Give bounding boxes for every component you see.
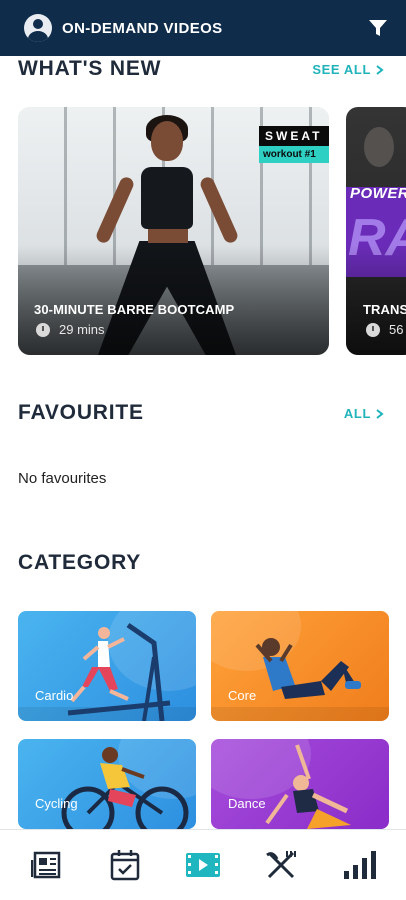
badge-brand: SWEAT [259, 126, 329, 146]
nav-calendar-icon[interactable] [103, 843, 147, 887]
see-all-label: SEE ALL [312, 62, 371, 77]
duration-text: 29 mins [59, 322, 105, 337]
video-title: 30-MINUTE BARRE BOOTCAMP [34, 302, 235, 317]
avatar-head [33, 19, 43, 29]
nav-stats-icon[interactable] [337, 843, 381, 887]
trainer-head [151, 121, 183, 161]
situp-figure-art [255, 638, 361, 699]
page-title: ON-DEMAND VIDEOS [62, 19, 223, 37]
all-favourites-link[interactable]: ALL [344, 406, 384, 421]
badge-workout: workout #1 [259, 146, 329, 163]
calendar-icon [110, 850, 140, 881]
cyclist-art [61, 747, 189, 829]
section-title-favourite: FAVOURITE [18, 401, 144, 424]
card-shade [18, 245, 329, 355]
nav-video-icon[interactable] [181, 843, 225, 887]
category-label: Cardio [35, 688, 74, 703]
see-all-link[interactable]: SEE ALL [312, 62, 384, 77]
timer-icon [36, 322, 50, 337]
card-shade [346, 245, 406, 355]
dancer-art [265, 744, 351, 829]
avatar-body [28, 31, 48, 42]
section-title-category: CATEGORY [18, 551, 142, 574]
video-title: TRANS [363, 302, 406, 317]
video-card[interactable]: SWEAT workout #1 30-MINUTE BARRE BOOTCAM… [18, 107, 329, 355]
trainer-top [141, 167, 193, 229]
video-icon [186, 853, 220, 877]
category-tile-dance[interactable]: Dance [211, 739, 389, 829]
bottom-navigation [0, 829, 406, 900]
video-duration: 29 mins [36, 322, 105, 337]
stats-icon [344, 851, 376, 879]
nav-news-icon[interactable] [25, 843, 69, 887]
treadmill-runner-art [67, 622, 171, 721]
overlay-text: POWER [350, 185, 406, 202]
category-label: Core [228, 688, 257, 703]
top-bar: ON-DEMAND VIDEOS [0, 0, 406, 56]
timer-icon [366, 322, 380, 337]
category-tile-cycling[interactable]: Cycling [18, 739, 196, 829]
category-tile-cardio[interactable]: Cardio [18, 611, 196, 721]
empty-favourites-text: No favourites [18, 470, 107, 487]
category-label: Dance [228, 796, 266, 811]
filter-icon[interactable] [366, 16, 390, 40]
trainer-torso [148, 227, 188, 243]
video-card[interactable]: POWER RA TRANS 56 [346, 107, 406, 355]
category-label: Cycling [35, 796, 78, 811]
nav-fork-knife-icon[interactable] [259, 843, 303, 887]
all-label: ALL [343, 406, 371, 421]
chevron-right-icon [376, 64, 384, 75]
trainer-head [364, 127, 394, 167]
sweat-badge: SWEAT workout #1 [259, 126, 329, 163]
video-duration: 56 [366, 322, 403, 337]
fork-knife-icon [266, 851, 296, 879]
chevron-right-icon [376, 408, 384, 419]
duration-text: 56 [389, 322, 404, 337]
category-tile-core[interactable]: Core [211, 611, 389, 721]
section-title-whats-new: WHAT'S NEW [18, 57, 162, 80]
news-icon [31, 851, 61, 879]
user-avatar-icon[interactable] [24, 14, 52, 42]
